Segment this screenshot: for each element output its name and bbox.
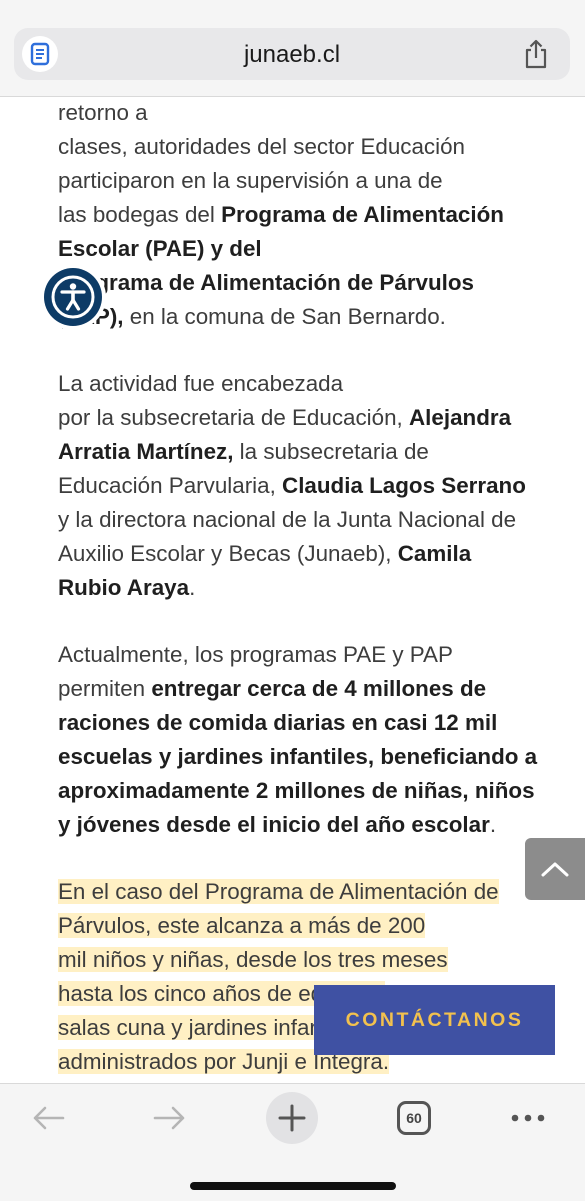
- share-icon: [525, 39, 547, 69]
- article-body: retorno a clases, autoridades del sector…: [58, 96, 538, 1112]
- tab-count: 60: [406, 1110, 422, 1126]
- accessibility-button[interactable]: [40, 264, 106, 330]
- chevron-up-icon: [541, 862, 569, 877]
- tabs-button[interactable]: 60: [397, 1101, 431, 1135]
- back-button[interactable]: [28, 1098, 68, 1138]
- url-text[interactable]: junaeb.cl: [14, 41, 570, 69]
- more-icon: [511, 1114, 545, 1122]
- more-button[interactable]: [508, 1098, 548, 1138]
- plus-icon: [278, 1104, 306, 1132]
- article-paragraph-1: retorno a clases, autoridades del sector…: [58, 100, 504, 329]
- address-bar[interactable]: junaeb.cl: [14, 28, 570, 80]
- contact-button[interactable]: CONTÁCTANOS: [314, 985, 555, 1055]
- back-arrow-icon: [33, 1106, 65, 1130]
- browser-top-bar: junaeb.cl: [0, 0, 585, 97]
- forward-arrow-icon: [153, 1106, 185, 1130]
- new-tab-button[interactable]: [266, 1092, 318, 1144]
- forward-button[interactable]: [150, 1098, 190, 1138]
- home-indicator: [190, 1182, 396, 1190]
- article-paragraph-3: Actualmente, los programas PAE y PAP per…: [58, 642, 538, 837]
- share-button[interactable]: [520, 38, 552, 70]
- article-paragraph-2: La actividad fue encabezada por la subse…: [58, 371, 526, 600]
- scroll-to-top-button[interactable]: [525, 838, 585, 900]
- accessibility-icon: [51, 275, 95, 319]
